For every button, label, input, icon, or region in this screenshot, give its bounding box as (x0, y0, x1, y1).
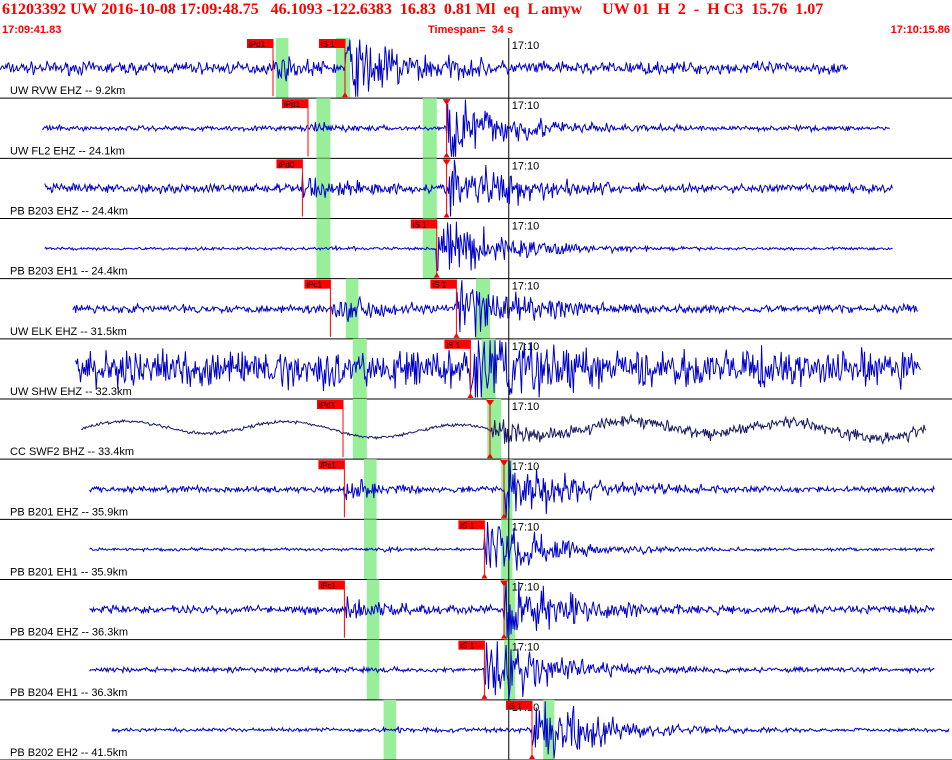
station-label-2: PB B203 EHZ -- 24.4km (10, 206, 128, 218)
event-summary: 61203392 UW 2016-10-08 17:09:48.75 46.10… (2, 1, 823, 19)
s-pick-label-8: iS 1 (460, 521, 474, 530)
p-pick-label-0: iPd1 (249, 40, 266, 49)
station-label-7: PB B201 EHZ -- 35.9km (10, 506, 128, 518)
station-label-6: CC SWF2 BHZ -- 33.4km (10, 446, 134, 458)
event-dash: - (693, 1, 700, 18)
waveform-5 (75, 340, 921, 398)
s-pick-arrow-1 (443, 152, 450, 158)
s-pick-label-10: iS 1 (460, 642, 474, 651)
event-lat: 46.1093 (270, 1, 323, 18)
event-quality: H (657, 1, 670, 18)
station-label-9: PB B204 EHZ -- 36.3km (10, 627, 128, 639)
s-pick-label-11: iS 1 (508, 702, 522, 711)
p-pick-label-6: iPd1 (319, 401, 336, 410)
station-label-4: UW ELK EHZ -- 31.5km (10, 326, 127, 338)
seismogram-svg[interactable]: 17:10 iPd1 iS 1 UW RVW EHZ -- 9.2km 17:10 iPd… (0, 38, 952, 760)
event-depth: 16.83 (399, 1, 436, 18)
waveform-4 (72, 280, 919, 338)
event-count: 2 (677, 1, 686, 18)
s-pick-label-3: iS 1 (413, 221, 427, 230)
s-pick-arrow-8 (481, 573, 488, 579)
minute-label-6: 17:10 (512, 401, 540, 413)
timespan: Timespan= 34 s (428, 24, 514, 36)
event-magnitude: 0.81 Ml (443, 1, 496, 18)
p-pick-label-9: iPc1 (320, 582, 336, 591)
event-network: UW (70, 1, 98, 18)
event-type: eq (503, 1, 520, 18)
minute-label-9: 17:10 (512, 582, 540, 594)
p-pick-label-4: iPc1 (306, 281, 322, 290)
minute-label-4: 17:10 (512, 281, 540, 293)
station-label-0: UW RVW EHZ -- 9.2km (10, 85, 125, 97)
waveform-0 (0, 39, 849, 97)
s-pick-label-4: iS 1 (432, 281, 446, 290)
event-datetime: 2016-10-08 17:09:48.75 (101, 1, 259, 18)
event-flag: L (527, 1, 538, 18)
station-label-3: PB B203 EH1 -- 24.4km (10, 266, 127, 278)
minute-label-2: 17:10 (512, 160, 540, 172)
event-val1: 15.76 (751, 1, 788, 18)
event-val2: 1.07 (795, 1, 824, 18)
s-pick-arrow-5 (467, 393, 474, 398)
s-pick-arrow-4 (453, 332, 460, 338)
event-lon: -122.6383 (326, 1, 392, 18)
s-pick-arrow-2 (443, 212, 450, 218)
seismogram-panel[interactable]: 17:10 iPd1 iS 1 UW RVW EHZ -- 9.2km 17:10 iPd… (0, 38, 952, 760)
waveform-2 (44, 159, 893, 217)
s-pick-label-5: iS 1 (446, 341, 460, 350)
s-pick-label-0: iS 1 (321, 40, 335, 49)
minute-label-1: 17:10 (512, 100, 540, 112)
p-pick-label-7: iPc1 (320, 461, 336, 470)
station-label-10: PB B204 EH1 -- 36.3km (10, 687, 127, 699)
end-time: 17:10:15.86 (890, 24, 950, 36)
minute-label-10: 17:10 (512, 642, 540, 654)
minute-label-3: 17:10 (512, 221, 540, 233)
event-quality2: H C3 (707, 1, 744, 18)
minute-label-7: 17:10 (512, 461, 540, 473)
p-pick-label-1: iPd1 (284, 100, 301, 109)
s-pick-arrow-11 (529, 754, 535, 759)
waveform-6 (81, 413, 927, 445)
p-window-6[interactable] (352, 399, 367, 460)
p-pick-label-2: iPd0 (278, 160, 295, 169)
event-header: 61203392 UW 2016-10-08 17:09:48.75 46.10… (0, 0, 952, 24)
event-author: amyw (541, 1, 583, 18)
station-label-5: UW SHW EHZ -- 32.3km (10, 386, 132, 398)
event-solution: UW 01 (602, 1, 650, 18)
minute-label-0: 17:10 (512, 40, 540, 52)
station-label-11: PB B202 EH2 -- 41.5km (10, 747, 127, 759)
start-time: 17:09:41.83 (2, 24, 62, 36)
s-pick-arrow-10 (481, 693, 488, 699)
waveform-3 (44, 221, 893, 272)
time-bar: 17:09:41.83 Timespan= 34 s 17:10:15.86 (0, 24, 952, 38)
station-label-1: UW FL2 EHZ -- 24.1km (10, 145, 125, 157)
station-label-8: PB B201 EH1 -- 35.9km (10, 567, 127, 579)
event-id: 61203392 (2, 1, 66, 18)
minute-label-5: 17:10 (512, 341, 540, 353)
minute-label-8: 17:10 (512, 521, 540, 533)
waveform-1 (41, 99, 890, 157)
